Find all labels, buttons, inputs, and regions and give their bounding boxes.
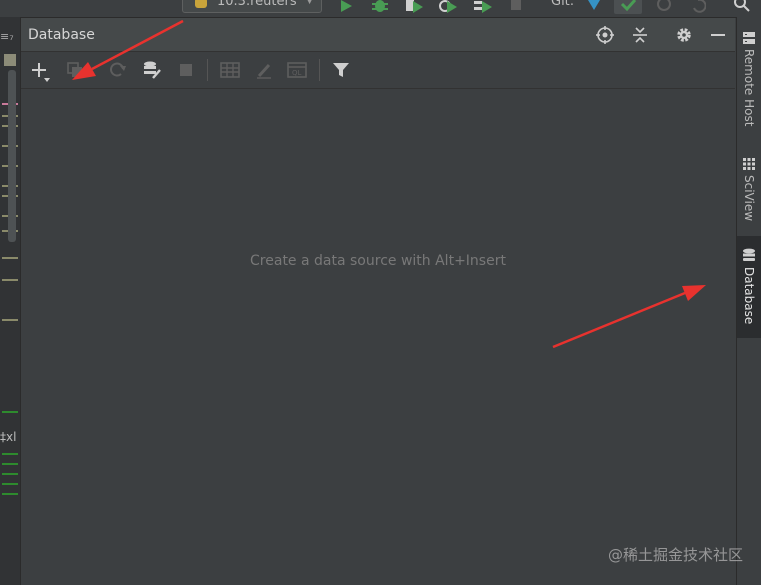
run-configuration-dropdown[interactable]: 10.3.reuters ▼ — [182, 0, 322, 13]
stripe-button-sciview[interactable]: SciView — [737, 151, 761, 233]
run-with-coverage-icon[interactable] — [404, 0, 424, 14]
empty-state-hint: Create a data source with Alt+Insert — [250, 253, 506, 269]
edit-icon[interactable] — [255, 61, 273, 79]
stripe-button-database[interactable]: Database — [737, 236, 761, 338]
database-panel-header: Database — [21, 18, 735, 52]
python-icon — [195, 0, 207, 8]
panel-title: Database — [28, 27, 95, 43]
server-icon — [743, 32, 755, 44]
profile-icon[interactable] — [438, 0, 458, 14]
copy-icon[interactable] — [66, 61, 84, 79]
right-tool-stripe: Remote Host SciView Database — [736, 17, 761, 585]
vcs-update-icon[interactable] — [584, 0, 602, 14]
chevron-down-icon: ▼ — [306, 0, 313, 6]
run-configuration-label: 10.3.reuters — [217, 0, 297, 9]
history-icon[interactable] — [656, 0, 672, 14]
stop-icon[interactable] — [508, 0, 524, 14]
table-icon[interactable] — [220, 61, 240, 79]
database-icon — [743, 248, 755, 261]
search-icon[interactable] — [733, 0, 751, 14]
main-toolbar: 10.3.reuters ▼ Git: — [0, 0, 761, 18]
concurrency-diagram-icon[interactable] — [473, 0, 493, 14]
stripe-label: Database — [742, 267, 756, 325]
collapse-all-icon[interactable] — [631, 26, 649, 44]
stop-icon[interactable] — [177, 61, 195, 79]
vcs-commit-button[interactable] — [614, 0, 642, 14]
stripe-label: SciView — [742, 175, 756, 222]
git-label: Git: — [551, 0, 575, 9]
rollback-icon[interactable] — [690, 0, 706, 14]
database-tree-area[interactable]: Create a data source with Alt+Insert — [21, 89, 735, 585]
console-icon[interactable]: QL — [287, 61, 307, 79]
filter-icon[interactable] — [332, 61, 350, 79]
editor-scrollbar[interactable] — [8, 70, 16, 242]
svg-text:QL: QL — [292, 69, 302, 77]
stripe-button-remote-host[interactable]: Remote Host — [737, 27, 761, 139]
plus-icon[interactable] — [31, 61, 51, 83]
run-icon[interactable] — [338, 0, 354, 14]
editor-fragment-text: ‡xl — [0, 430, 17, 444]
grid-icon — [743, 158, 755, 170]
gear-icon[interactable] — [675, 26, 693, 44]
stripe-label: Remote Host — [742, 49, 756, 127]
editor-tab-glyph: ≡₇ — [0, 30, 14, 43]
database-toolbar: QL — [21, 52, 735, 89]
checkmark-icon — [620, 0, 637, 12]
data-source-properties-icon[interactable] — [142, 60, 162, 80]
refresh-icon[interactable] — [109, 61, 127, 79]
minimize-icon[interactable] — [709, 26, 727, 44]
debug-icon[interactable] — [371, 0, 389, 14]
gutter-marker — [4, 54, 16, 66]
watermark: @稀土掘金技术社区 — [607, 546, 743, 564]
target-icon[interactable] — [596, 26, 614, 44]
